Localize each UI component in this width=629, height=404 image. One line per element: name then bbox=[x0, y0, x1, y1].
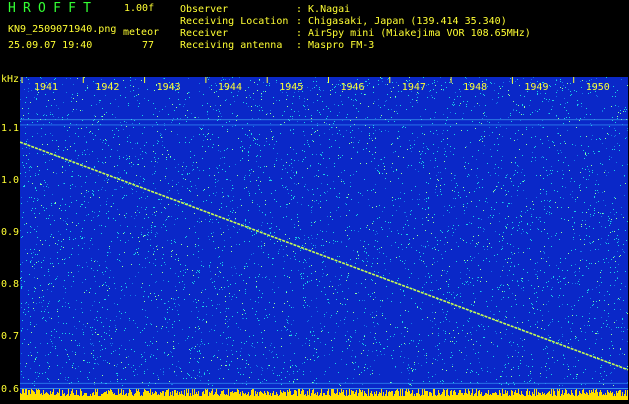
info-label-observer: Observer bbox=[180, 4, 228, 16]
y-tick-label: 1.0 bbox=[1, 175, 19, 187]
y-tick-label: 0.9 bbox=[1, 227, 19, 239]
info-value-location: : Chigasaki, Japan (139.414 35.340) bbox=[296, 16, 507, 28]
y-tick-label: 0.6 bbox=[1, 384, 19, 396]
y-tick-label: 1.1 bbox=[1, 123, 19, 135]
info-value-observer: : K.Nagai bbox=[296, 4, 350, 16]
header-panel: HROFFT 1.00f KN9_2509071940.png 25.09.07… bbox=[0, 0, 629, 76]
info-label-receiver: Receiver bbox=[180, 28, 228, 40]
info-value-antenna: : Maspro FM-3 bbox=[296, 40, 374, 52]
time-tick-label: 1944 bbox=[218, 82, 242, 93]
info-label-antenna: Receiving antenna bbox=[180, 40, 282, 52]
time-tick-label: 1941 bbox=[34, 82, 58, 93]
spectrogram-plot: 1941 1942 1943 1944 1945 1946 1947 1948 1949 1950 bbox=[20, 77, 628, 400]
y-unit-label: kHz bbox=[1, 74, 19, 86]
spectrogram-background bbox=[20, 77, 628, 400]
meteor-count: 77 bbox=[142, 40, 154, 52]
time-tick-label: 1943 bbox=[157, 82, 181, 93]
y-tick-label: 0.8 bbox=[1, 279, 19, 291]
info-value-receiver: : AirSpy mini (Miakejima VOR 108.65MHz) bbox=[296, 28, 531, 40]
time-tick-label: 1949 bbox=[524, 82, 548, 93]
file-datetime: 25.09.07 19:40 bbox=[8, 40, 92, 52]
time-tick-label: 1942 bbox=[95, 82, 119, 93]
time-tick-label: 1946 bbox=[341, 82, 365, 93]
time-tick-label: 1945 bbox=[279, 82, 303, 93]
time-tick-label: 1947 bbox=[402, 82, 426, 93]
time-tick-label: 1950 bbox=[586, 82, 610, 93]
y-tick-label: 0.7 bbox=[1, 331, 19, 343]
app-version: 1.00f bbox=[124, 3, 154, 14]
app-title: HROFFT bbox=[8, 1, 98, 16]
meteor-label: meteor bbox=[123, 27, 159, 39]
time-tick-label: 1948 bbox=[463, 82, 487, 93]
info-label-location: Receiving Location bbox=[180, 16, 288, 28]
file-name: KN9_2509071940.png bbox=[8, 24, 116, 36]
